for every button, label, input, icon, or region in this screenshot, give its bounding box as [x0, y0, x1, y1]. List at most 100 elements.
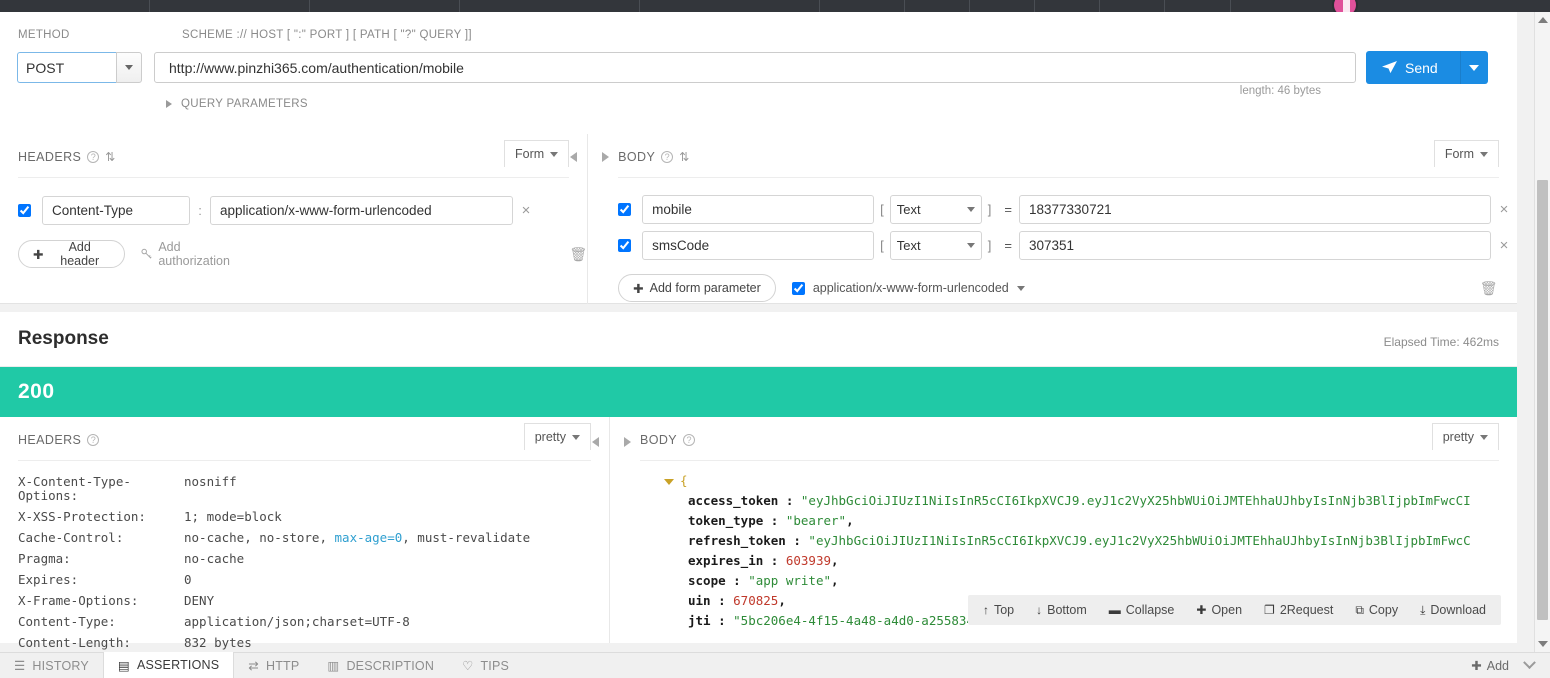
- request-body-actions: ✚ Add form parameter application/x-www-f…: [618, 274, 1517, 302]
- topbar-tab[interactable]: [905, 0, 970, 12]
- response-header-name: Cache-Control:: [18, 530, 124, 545]
- chevron-right-icon: [601, 152, 609, 162]
- tab-description[interactable]: ▥ DESCRIPTION: [313, 653, 448, 678]
- send-options-button[interactable]: [1459, 51, 1488, 84]
- collapse-button[interactable]: ▬ Collapse: [1098, 603, 1186, 617]
- request-body-enabled-checkbox[interactable]: [618, 239, 632, 252]
- request-body-value-input[interactable]: [1019, 195, 1491, 224]
- tab-http[interactable]: ⇄ HTTP: [234, 653, 313, 678]
- response-header-name: X-XSS-Protection:: [18, 509, 146, 524]
- minus-square-icon: ▬: [1108, 603, 1121, 617]
- response-headers-header: HEADERS ? pretty: [18, 417, 591, 461]
- send-button[interactable]: Send: [1366, 51, 1460, 84]
- response-body-toolbar: ↑ Top ↓ Bottom ▬ Collapse ✚ Open ❐ 2Requ…: [967, 595, 1501, 625]
- remove-body-param-icon[interactable]: ×: [1491, 201, 1517, 218]
- scroll-to-top-button[interactable]: ↑ Top: [972, 603, 1025, 617]
- request-header-key-input[interactable]: [42, 196, 190, 225]
- sort-icon[interactable]: ⇅: [105, 150, 115, 164]
- topbar-tab[interactable]: [150, 0, 310, 12]
- open-label: Open: [1211, 603, 1243, 617]
- add-header-button[interactable]: ✚ Add header: [18, 240, 125, 268]
- scrollbar-up-button[interactable]: [1535, 12, 1550, 28]
- help-icon[interactable]: ?: [87, 434, 100, 446]
- add-form-parameter-button[interactable]: ✚ Add form parameter: [618, 274, 776, 302]
- request-pane: METHOD SCHEME :// HOST [ ":" PORT ] [ PA…: [0, 12, 1517, 304]
- tab-history[interactable]: ☰ HISTORY: [0, 653, 103, 678]
- response-headers-view-select[interactable]: pretty: [523, 423, 591, 450]
- remove-body-param-icon[interactable]: ×: [1491, 237, 1517, 254]
- chevron-down-icon: [1480, 434, 1488, 440]
- request-body-enabled-checkbox[interactable]: [618, 203, 632, 216]
- help-icon[interactable]: ?: [661, 151, 674, 163]
- request-header-value-input[interactable]: [210, 196, 513, 225]
- help-icon[interactable]: ?: [683, 434, 696, 446]
- collapse-body-right-arrow[interactable]: [598, 142, 612, 172]
- topbar-tab[interactable]: [0, 0, 150, 12]
- topbar-tab[interactable]: [1165, 0, 1231, 12]
- content-type-label: application/x-www-form-urlencoded: [812, 281, 1009, 295]
- query-parameters-toggle[interactable]: QUERY PARAMETERS: [166, 98, 308, 110]
- download-button[interactable]: ⤓ Download: [1409, 603, 1497, 618]
- request-body-type-select[interactable]: Text: [889, 195, 982, 224]
- request-body-value-input[interactable]: [1019, 231, 1491, 260]
- chevron-down-icon: [125, 65, 133, 70]
- tab-tips[interactable]: ♡ TIPS: [448, 653, 523, 678]
- request-split: HEADERS ? ⇅ Form :: [0, 134, 1517, 304]
- topbar-tab[interactable]: [1100, 0, 1165, 12]
- chevron-down-icon[interactable]: [1016, 285, 1025, 291]
- request-header-enabled-checkbox[interactable]: [18, 204, 31, 217]
- url-input[interactable]: [154, 52, 1356, 83]
- sort-icon[interactable]: ⇅: [679, 150, 689, 164]
- request-headers-view-select[interactable]: Form: [503, 140, 570, 167]
- json-key: expires_in: [688, 553, 764, 568]
- tab-assertions[interactable]: ▤ ASSERTIONS: [102, 651, 235, 678]
- delete-all-body-params-icon[interactable]: 🗑: [1480, 280, 1498, 297]
- topbar-tab[interactable]: [310, 0, 460, 12]
- json-key: uin: [688, 593, 711, 608]
- vertical-scrollbar[interactable]: [1534, 12, 1550, 652]
- chevron-down-icon: [966, 207, 975, 212]
- collapse-response-headers-arrow[interactable]: [588, 427, 602, 457]
- request-body-key-input[interactable]: [642, 231, 875, 260]
- topbar-tab[interactable]: [820, 0, 905, 12]
- collapse-headers-left-arrow[interactable]: [566, 142, 580, 172]
- to-request-button[interactable]: ❐ 2Request: [1253, 603, 1344, 617]
- request-body-key-input[interactable]: [642, 195, 875, 224]
- response-header-value: no-cache: [184, 551, 245, 566]
- json-value: "eyJhbGciOiJIUzI1NiIsInR5cCI6IkpXVCJ9.ey…: [808, 533, 1471, 548]
- topbar-tab[interactable]: [640, 0, 820, 12]
- collapse-response-body-arrow[interactable]: [620, 427, 634, 457]
- help-icon[interactable]: ?: [87, 151, 100, 163]
- chevron-down-icon[interactable]: [1523, 656, 1536, 670]
- copy-button[interactable]: ⧉ Copy: [1344, 603, 1409, 618]
- response-body-view-select[interactable]: pretty: [1431, 423, 1499, 450]
- request-header-row: : ×: [18, 196, 587, 225]
- tab-http-label: HTTP: [265, 658, 300, 673]
- remove-header-icon[interactable]: ×: [513, 202, 539, 219]
- request-body-view-select[interactable]: Form: [1433, 140, 1499, 167]
- topbar-tab[interactable]: [1035, 0, 1100, 12]
- add-button[interactable]: ✚ Add: [1471, 658, 1509, 674]
- bulb-icon: ♡: [462, 659, 474, 673]
- scroll-to-top-label: Top: [993, 603, 1015, 617]
- collapse-toggle-icon[interactable]: [664, 478, 674, 485]
- topbar-tab[interactable]: [970, 0, 1035, 12]
- method-selector[interactable]: [17, 52, 142, 83]
- scrollbar-thumb[interactable]: [1537, 180, 1548, 620]
- scrollbar-down-button[interactable]: [1535, 636, 1550, 652]
- method-input[interactable]: [17, 52, 116, 83]
- delete-all-headers-icon[interactable]: 🗑: [569, 246, 587, 263]
- response-headers-title-group: HEADERS ?: [18, 433, 100, 447]
- open-button[interactable]: ✚ Open: [1185, 603, 1253, 617]
- request-body-type-select[interactable]: Text: [889, 231, 982, 260]
- request-body-title-group: BODY ? ⇅: [618, 150, 689, 164]
- key-icon: [141, 248, 152, 259]
- add-authorization-button[interactable]: Add authorization: [141, 240, 250, 268]
- json-root-line: {: [664, 471, 1517, 491]
- scroll-to-bottom-button[interactable]: ↓ Bottom: [1025, 603, 1098, 617]
- method-dropdown-button[interactable]: [116, 52, 142, 83]
- topbar-tab[interactable]: [460, 0, 640, 12]
- content-type-checkbox[interactable]: [791, 281, 805, 295]
- bracket-close: ]: [987, 238, 992, 253]
- request-headers-rows: : × ✚ Add header: [0, 178, 587, 268]
